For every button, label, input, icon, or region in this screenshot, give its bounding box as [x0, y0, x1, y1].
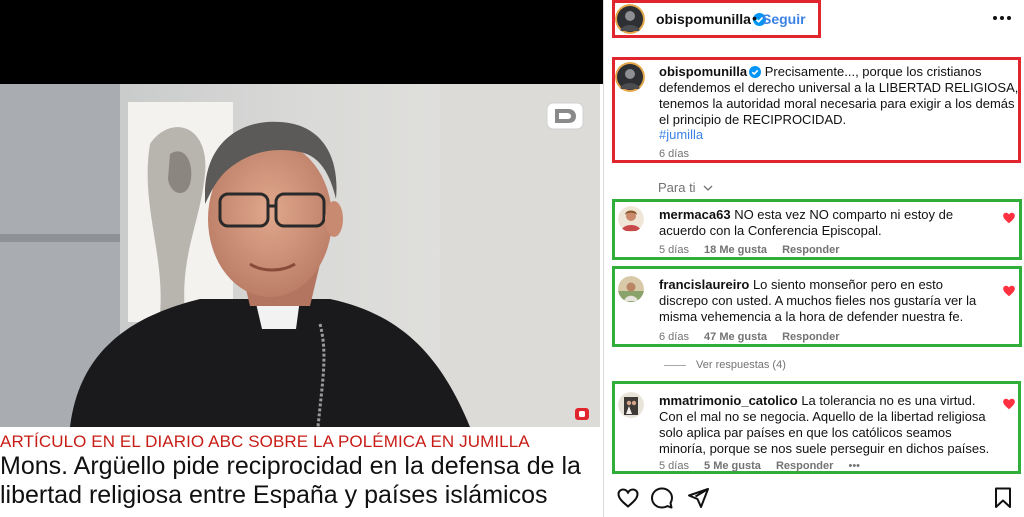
view-replies-label[interactable]: Ver respuestas (4) — [696, 359, 786, 371]
comment-text: mermaca63 NO esta vez NO comparto ni est… — [659, 207, 991, 239]
comment-time: 6 días — [659, 331, 689, 343]
comment-avatar[interactable] — [618, 392, 644, 418]
share-send-icon[interactable] — [686, 486, 710, 510]
media-black-band — [0, 0, 603, 84]
heart-icon[interactable] — [1002, 211, 1016, 225]
comment-meta: 5 días 18 Me gusta Responder — [659, 244, 852, 256]
bishop-photo — [0, 84, 600, 427]
media-headline: Mons. Argüello pide reciprocidad en la d… — [0, 452, 581, 509]
header-separator: • — [752, 10, 757, 26]
comment-likes[interactable]: 47 Me gusta — [704, 331, 767, 343]
comment-text: mmatrimonio_catolico La tolerancia no es… — [659, 393, 991, 457]
save-bookmark-icon[interactable] — [991, 486, 1015, 510]
header-username-text[interactable]: obispomunilla — [656, 11, 751, 27]
comment-avatar[interactable] — [618, 206, 644, 232]
reply-button[interactable]: Responder — [782, 331, 839, 343]
more-options-icon[interactable] — [990, 8, 1014, 28]
comment-sort-dropdown[interactable]: Para ti — [658, 180, 714, 195]
comment-meta: 5 días 5 Me gusta Responder ••• — [659, 460, 872, 472]
replies-divider — [664, 364, 686, 366]
media-kicker: ARTÍCULO EN EL DIARIO ABC SOBRE LA POLÉM… — [0, 432, 530, 451]
post-media[interactable]: ARTÍCULO EN EL DIARIO ABC SOBRE LA POLÉM… — [0, 0, 603, 517]
comment-username[interactable]: francislaureiro — [659, 277, 749, 292]
author-avatar[interactable] — [615, 4, 645, 34]
follow-button[interactable]: Seguir — [762, 11, 806, 27]
caption-text: obispomunilla Precisamente..., porque lo… — [659, 64, 1019, 128]
post-actions-bar — [604, 486, 1024, 512]
verified-badge-icon — [749, 66, 762, 78]
caption-time: 6 días — [659, 148, 689, 160]
hashtag-link[interactable]: #jumilla — [659, 127, 703, 142]
reply-button[interactable]: Responder — [776, 460, 833, 472]
heart-icon[interactable] — [1002, 284, 1016, 298]
comment-text: francislaureiro Lo siento monseñor pero … — [659, 277, 991, 325]
watermark-icon — [575, 408, 589, 420]
caption-avatar[interactable] — [615, 62, 645, 92]
header-username[interactable]: obispomunilla — [656, 11, 766, 27]
heart-icon[interactable] — [1002, 397, 1016, 411]
reply-button[interactable]: Responder — [782, 244, 839, 256]
view-replies-button[interactable]: Ver respuestas (4) — [664, 359, 786, 371]
comment-bubble-icon[interactable] — [650, 486, 674, 510]
comment-likes[interactable]: 5 Me gusta — [704, 460, 761, 472]
comment-sort-label[interactable]: Para ti — [658, 180, 696, 195]
comment-meta: 6 días 47 Me gusta Responder — [659, 331, 852, 343]
post-panel: obispomunilla • Seguir obispomunilla Pre… — [603, 0, 1024, 517]
comment-time: 5 días — [659, 244, 689, 256]
comment-username[interactable]: mermaca63 — [659, 207, 731, 222]
comment-options-button[interactable]: ••• — [848, 460, 860, 472]
comment-avatar[interactable] — [618, 276, 644, 302]
like-heart-icon[interactable] — [616, 486, 640, 510]
comment-likes[interactable]: 18 Me gusta — [704, 244, 767, 256]
d-logo-icon — [546, 102, 584, 130]
comment-time: 5 días — [659, 460, 689, 472]
comment-username[interactable]: mmatrimonio_catolico — [659, 393, 798, 408]
caption-username[interactable]: obispomunilla — [659, 64, 747, 79]
chevron-down-icon — [703, 185, 713, 191]
